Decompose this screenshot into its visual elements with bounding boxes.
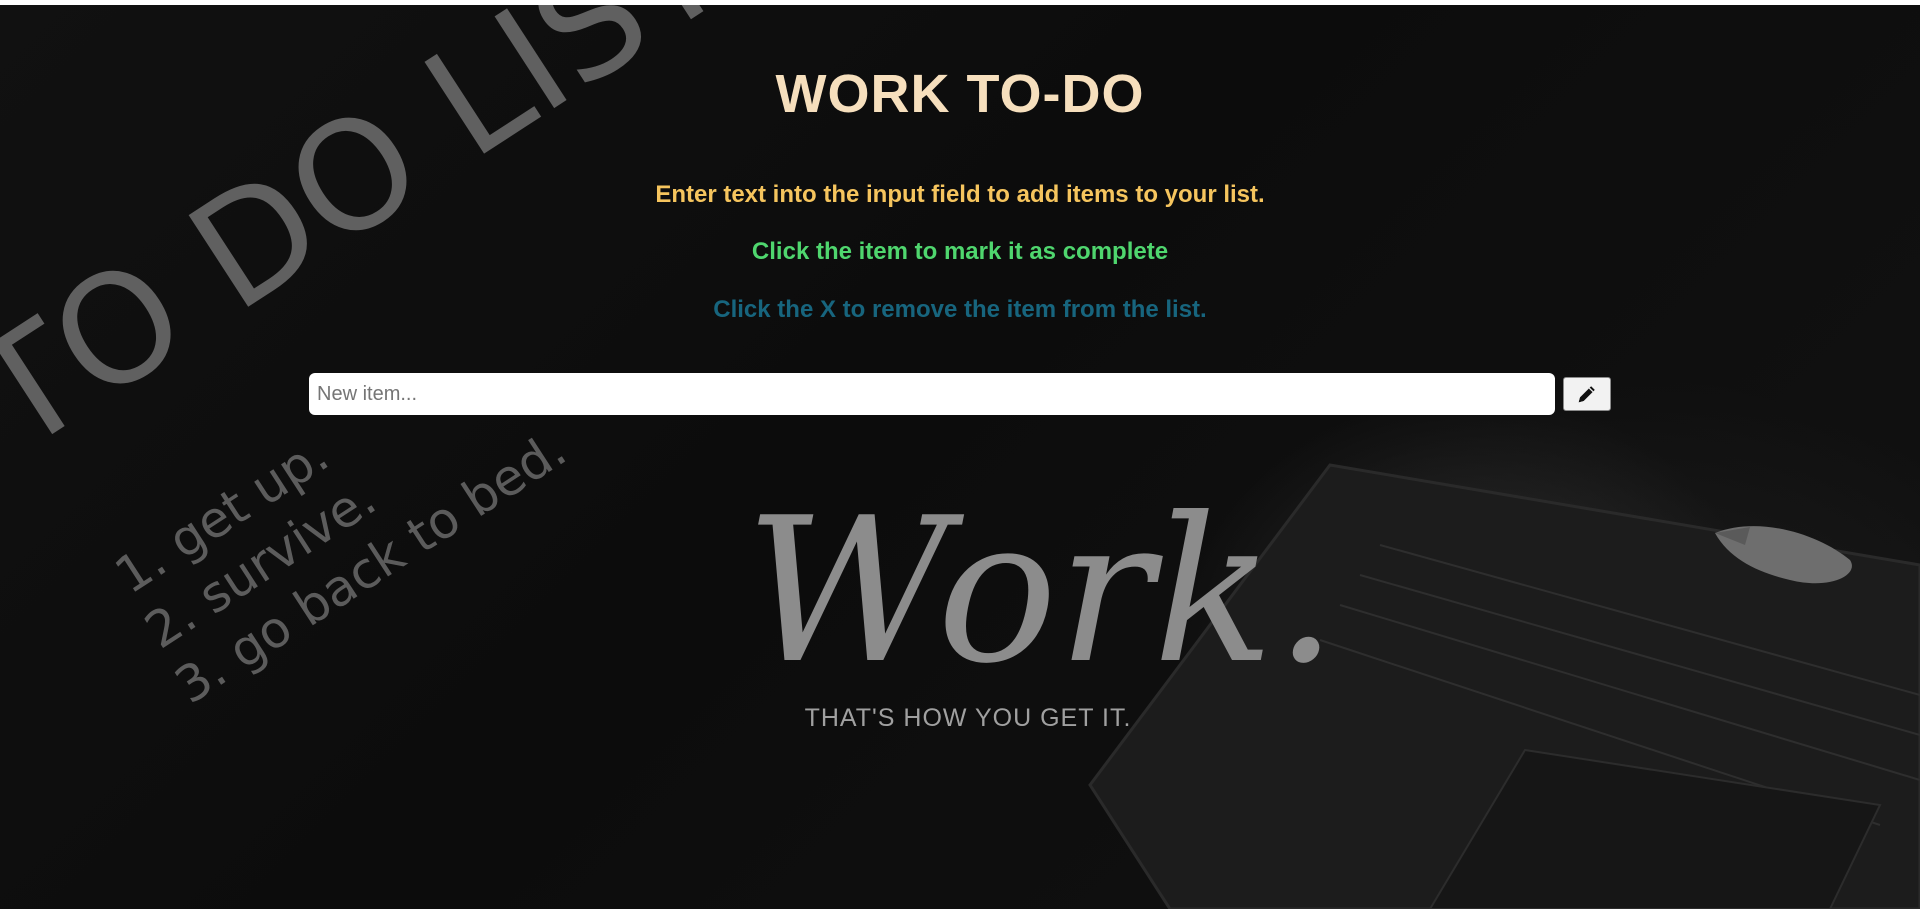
background-artwork: TO DO LIST: 1. get up. 2. survive. 3. go… [0,5,1920,909]
instruction-complete: Click the item to mark it as complete [751,238,1169,265]
instruction-add: Enter text into the input field to add i… [655,181,1265,208]
background-image: TO DO LIST: 1. get up. 2. survive. 3. go… [0,5,1920,909]
instruction-remove: Click the X to remove the item from the … [713,296,1207,323]
work-script: Work. [745,475,1338,708]
tagline: THAT'S HOW YOU GET IT. [805,704,1132,732]
new-item-input[interactable] [309,373,1555,415]
page-title: WORK TO-DO [775,64,1145,124]
add-item-button[interactable] [1563,377,1611,411]
pencil-icon [1578,386,1595,403]
